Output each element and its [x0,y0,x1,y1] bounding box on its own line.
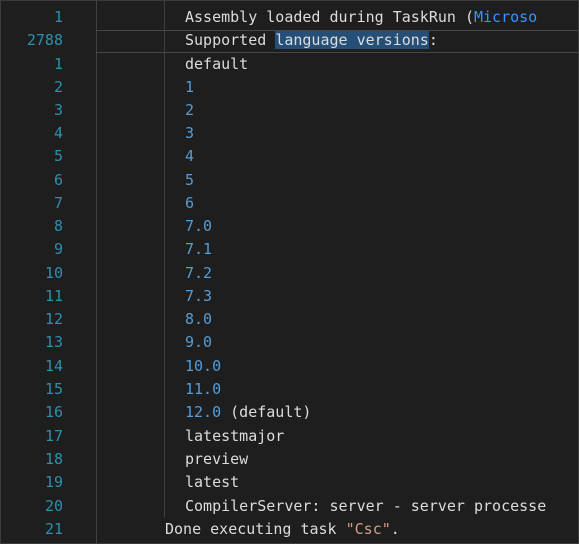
log-line[interactable]: 19 latest [1,471,578,494]
log-text: default [185,55,249,73]
log-line[interactable]: 7 6 [1,192,578,215]
line-number: 4 [53,124,63,142]
line-number: 16 [44,403,63,421]
log-line[interactable]: 3 2 [1,99,578,122]
log-text: 7.1 [185,240,213,258]
line-number: 7 [53,194,63,212]
log-line[interactable]: 9 7.1 [1,238,578,261]
log-text: 12.0 (default) [185,403,312,421]
selected-text: language versions [275,31,429,49]
log-text: 11.0 [185,380,222,398]
log-line[interactable]: 10 7.2 [1,262,578,285]
line-number: 9 [53,240,63,258]
log-line[interactable]: 13 9.0 [1,331,578,354]
log-text: Supported language versions: [185,31,438,49]
line-number: 13 [44,333,63,351]
log-line[interactable]: 1 Assembly loaded during TaskRun (Micros… [1,6,578,29]
log-line[interactable]: 20 CompilerServer: server - server proce… [1,495,578,518]
log-line[interactable]: 2788 Supported language versions: [1,29,578,52]
log-line[interactable]: 21 Done executing task "Csc". [1,518,578,541]
log-text: 2 [185,101,195,119]
line-number: 10 [44,264,63,282]
log-line[interactable]: 6 5 [1,169,578,192]
log-line[interactable]: 18 preview [1,448,578,471]
log-line[interactable]: 8 7.0 [1,215,578,238]
output-window[interactable]: 1 Assembly loaded during TaskRun (Micros… [0,0,579,544]
line-number: 14 [44,357,63,375]
log-text: preview [185,450,249,468]
log-line[interactable]: 5 4 [1,145,578,168]
log-text: 3 [185,124,195,142]
log-text: 7.3 [185,287,213,305]
line-number: 12 [44,310,63,328]
log-line[interactable]: 2 1 [1,76,578,99]
log-text: latestmajor [185,427,285,445]
log-line[interactable]: 17 latestmajor [1,425,578,448]
string-literal: "Csc" [345,520,391,538]
line-number: 17 [44,427,63,445]
log-line[interactable]: 14 10.0 [1,355,578,378]
log-text: 4 [185,147,195,165]
line-number: 6 [53,171,63,189]
log-text: 6 [185,194,195,212]
line-number: 1 [53,55,63,73]
log-line[interactable]: 16 12.0 (default) [1,401,578,424]
log-text: 9.0 [185,333,213,351]
line-number: 1 [53,8,63,26]
line-number: 11 [44,287,63,305]
log-line[interactable]: 12 8.0 [1,308,578,331]
log-line[interactable]: 11 7.3 [1,285,578,308]
line-number: 21 [44,520,63,538]
log-text: 8.0 [185,310,213,328]
log-text: 1 [185,78,195,96]
line-number: 19 [44,473,63,491]
log-text: 7.2 [185,264,213,282]
line-number: 2 [53,78,63,96]
log-text: latest [185,473,240,491]
line-number: 18 [44,450,63,468]
line-number: 15 [44,380,63,398]
log-text: Done executing task "Csc". [165,520,400,538]
log-text: CompilerServer: server - server processe [185,497,547,515]
log-line[interactable]: 4 3 [1,122,578,145]
log-text: 5 [185,171,195,189]
log-text: 7.0 [185,217,213,235]
log-line[interactable]: 15 11.0 [1,378,578,401]
line-number: 2788 [26,31,63,49]
line-number: 5 [53,147,63,165]
log-text: 10.0 [185,357,222,375]
line-number: 8 [53,217,63,235]
line-number: 3 [53,101,63,119]
log-text: Assembly loaded during TaskRun (Microso [185,8,538,26]
link-text[interactable]: Microso [474,8,537,26]
line-number: 20 [44,497,63,515]
log-line[interactable]: 1 default [1,53,578,76]
